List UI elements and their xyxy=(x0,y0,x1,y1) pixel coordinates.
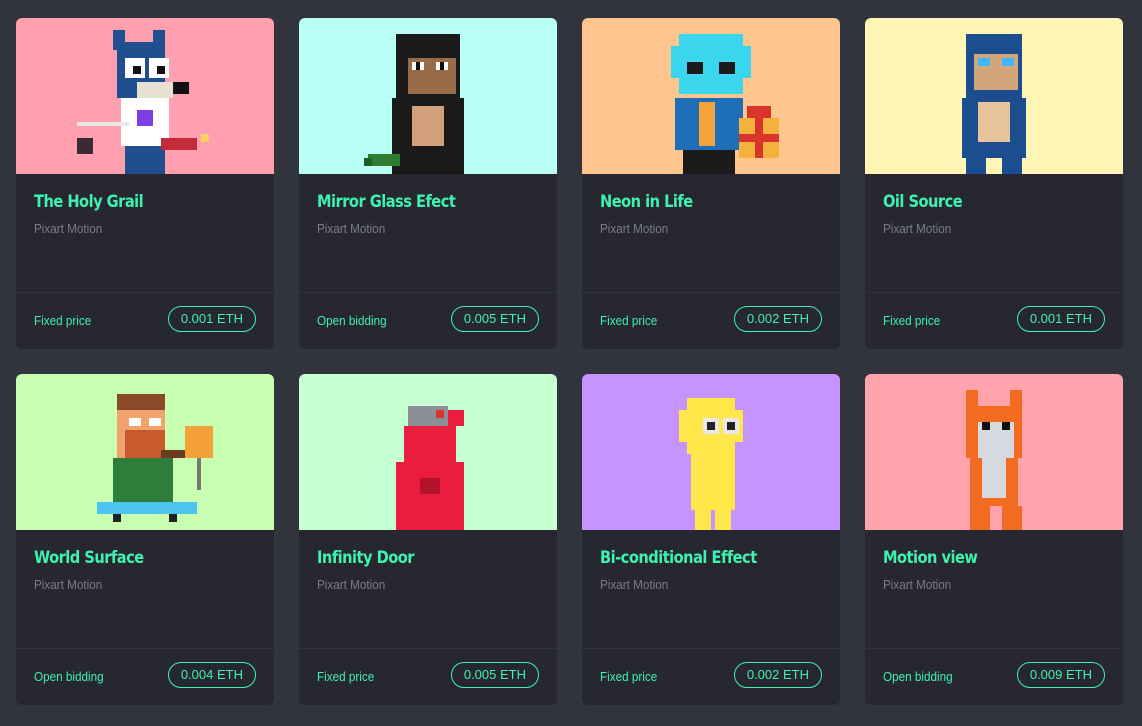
nft-price-button[interactable]: 0.005 ETH xyxy=(450,306,539,332)
nft-gallery-page: The Holy Grail Pixart Motion Fixed price… xyxy=(0,0,1142,726)
robot-bear-pixel-icon xyxy=(396,406,464,530)
nft-creator[interactable]: Pixart Motion xyxy=(317,577,385,592)
nft-card[interactable]: Neon in Life Pixart Motion Fixed price 0… xyxy=(582,18,840,349)
nft-artwork xyxy=(582,18,840,174)
nft-sale-type: Open bidding xyxy=(34,669,104,684)
nft-sale-type: Open bidding xyxy=(883,669,953,684)
nft-creator[interactable]: Pixart Motion xyxy=(600,221,668,236)
nft-card[interactable]: The Holy Grail Pixart Motion Fixed price… xyxy=(16,18,274,349)
fox-pixel-icon xyxy=(966,390,1022,530)
nft-card[interactable]: Mirror Glass Efect Pixart Motion Open bi… xyxy=(299,18,557,349)
alien-pixel-icon xyxy=(671,34,779,174)
card-divider xyxy=(865,292,1123,293)
nft-artwork xyxy=(582,374,840,530)
nft-artwork xyxy=(299,18,557,174)
nft-sale-type: Fixed price xyxy=(600,313,658,328)
nft-title[interactable]: Oil Source xyxy=(883,192,963,212)
card-divider xyxy=(582,648,840,649)
nft-price-button[interactable]: 0.002 ETH xyxy=(733,306,822,332)
nft-sale-type: Open bidding xyxy=(317,313,387,328)
nft-title[interactable]: Bi-conditional Effect xyxy=(600,548,757,568)
nft-artwork xyxy=(16,374,274,530)
nft-creator[interactable]: Pixart Motion xyxy=(34,221,102,236)
nft-title[interactable]: Infinity Door xyxy=(317,548,414,568)
ape-pixel-icon xyxy=(364,34,464,174)
wolf-pixel-icon xyxy=(77,30,209,174)
nft-artwork xyxy=(865,18,1123,174)
nft-price-button[interactable]: 0.004 ETH xyxy=(167,662,256,688)
nft-creator[interactable]: Pixart Motion xyxy=(600,577,668,592)
card-divider xyxy=(16,648,274,649)
nft-sale-type: Fixed price xyxy=(317,669,375,684)
nft-card-grid: The Holy Grail Pixart Motion Fixed price… xyxy=(16,18,1123,705)
yellow-figure-pixel-icon xyxy=(679,398,743,530)
nft-card[interactable]: World Surface Pixart Motion Open bidding… xyxy=(16,374,274,705)
nft-title[interactable]: Mirror Glass Efect xyxy=(317,192,456,212)
nft-artwork xyxy=(865,374,1123,530)
nft-creator[interactable]: Pixart Motion xyxy=(883,221,951,236)
nft-card[interactable]: Motion view Pixart Motion Open bidding 0… xyxy=(865,374,1123,705)
nft-price-button[interactable]: 0.009 ETH xyxy=(1016,662,1105,688)
card-divider xyxy=(16,292,274,293)
nft-price-button[interactable]: 0.001 ETH xyxy=(1016,306,1105,332)
nft-card[interactable]: Oil Source Pixart Motion Fixed price 0.0… xyxy=(865,18,1123,349)
nft-creator[interactable]: Pixart Motion xyxy=(34,577,102,592)
ape-blue-pixel-icon xyxy=(962,34,1026,174)
nft-title[interactable]: Motion view xyxy=(883,548,978,568)
nft-sale-type: Fixed price xyxy=(883,313,941,328)
nft-artwork xyxy=(16,18,274,174)
nft-card[interactable]: Bi-conditional Effect Pixart Motion Fixe… xyxy=(582,374,840,705)
nft-sale-type: Fixed price xyxy=(34,313,92,328)
nft-price-button[interactable]: 0.002 ETH xyxy=(733,662,822,688)
nft-sale-type: Fixed price xyxy=(600,669,658,684)
skater-pixel-icon xyxy=(97,394,213,522)
card-divider xyxy=(865,648,1123,649)
nft-creator[interactable]: Pixart Motion xyxy=(883,577,951,592)
nft-title[interactable]: Neon in Life xyxy=(600,192,693,212)
nft-price-button[interactable]: 0.001 ETH xyxy=(167,306,256,332)
nft-card[interactable]: Infinity Door Pixart Motion Fixed price … xyxy=(299,374,557,705)
nft-title[interactable]: The Holy Grail xyxy=(34,192,144,212)
nft-price-button[interactable]: 0.005 ETH xyxy=(450,662,539,688)
card-divider xyxy=(299,292,557,293)
nft-title[interactable]: World Surface xyxy=(34,548,144,568)
card-divider xyxy=(299,648,557,649)
card-divider xyxy=(582,292,840,293)
nft-creator[interactable]: Pixart Motion xyxy=(317,221,385,236)
nft-artwork xyxy=(299,374,557,530)
